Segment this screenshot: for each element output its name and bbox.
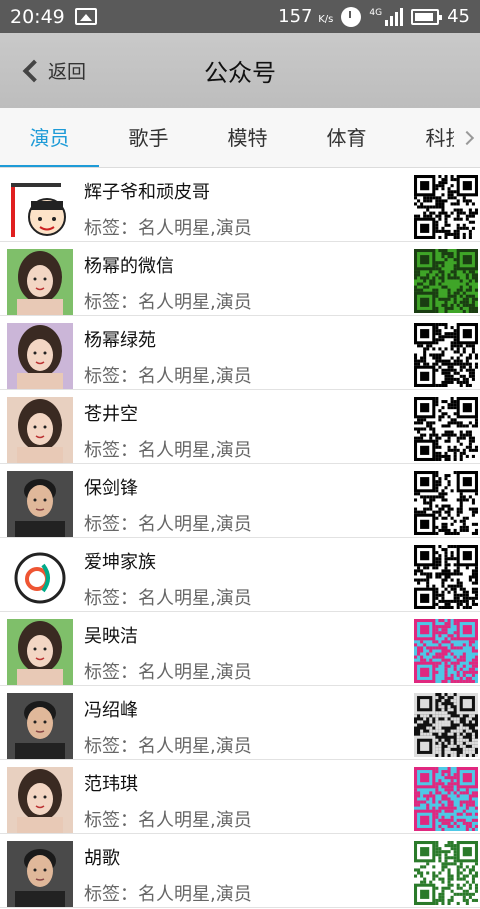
- account-row[interactable]: 杨幂绿苑标签：名人明星,演员: [0, 316, 480, 390]
- category-tabs: 演员 歌手 模特 体育 科技: [0, 108, 480, 168]
- account-row[interactable]: 胡歌标签：名人明星,演员: [0, 834, 480, 908]
- tab-2[interactable]: 模特: [198, 108, 297, 167]
- account-name: 杨幂绿苑: [84, 330, 156, 351]
- tab-0[interactable]: 演员: [0, 108, 99, 167]
- account-tag: 标签：名人明星,演员: [84, 218, 252, 239]
- network-speed: 157 K/s: [278, 6, 333, 27]
- account-row[interactable]: 冯绍峰标签：名人明星,演员: [0, 686, 480, 760]
- account-name: 杨幂的微信: [84, 256, 174, 277]
- battery-level: 45: [447, 6, 470, 27]
- account-row[interactable]: 杨幂的微信标签：名人明星,演员: [0, 242, 480, 316]
- account-name: 爱坤家族: [84, 552, 156, 573]
- account-tag: 标签：名人明星,演员: [84, 810, 252, 831]
- network-speed-unit: K/s: [318, 14, 334, 25]
- qr-code-icon[interactable]: [414, 471, 478, 535]
- tab-3[interactable]: 体育: [297, 108, 396, 167]
- status-time: 20:49: [10, 5, 65, 28]
- avatar: [7, 323, 73, 389]
- account-name: 胡歌: [84, 848, 120, 869]
- qr-code-icon[interactable]: [414, 619, 478, 683]
- qr-code-icon[interactable]: [414, 397, 478, 461]
- qr-code-icon[interactable]: [414, 249, 478, 313]
- avatar: [7, 841, 73, 907]
- avatar: [7, 545, 73, 611]
- back-button[interactable]: 返回: [0, 57, 86, 84]
- account-tag: 标签：名人明星,演员: [84, 884, 252, 905]
- tab-1[interactable]: 歌手: [99, 108, 198, 167]
- signal-icon: 4G: [369, 7, 404, 26]
- account-tag: 标签：名人明星,演员: [84, 662, 252, 683]
- account-name: 苍井空: [84, 404, 138, 425]
- account-row[interactable]: 保剑锋标签：名人明星,演员: [0, 464, 480, 538]
- chevron-left-icon: [22, 59, 46, 82]
- qr-code-icon[interactable]: [414, 841, 478, 905]
- qr-code-icon[interactable]: [414, 323, 478, 387]
- qr-code-icon[interactable]: [414, 693, 478, 757]
- account-row[interactable]: 爱坤家族标签：名人明星,演员: [0, 538, 480, 612]
- account-row[interactable]: 苍井空标签：名人明星,演员: [0, 390, 480, 464]
- account-row[interactable]: 吴映洁标签：名人明星,演员: [0, 612, 480, 686]
- tab-scroll-right[interactable]: [454, 108, 480, 167]
- account-tag: 标签：名人明星,演员: [84, 292, 252, 313]
- battery-icon: [411, 8, 443, 25]
- back-label: 返回: [48, 61, 87, 83]
- network-speed-value: 157: [278, 6, 313, 27]
- chevron-right-icon: [459, 130, 475, 146]
- header: 返回 公众号: [0, 33, 480, 108]
- avatar: [7, 249, 73, 315]
- status-bar: 20:49 157 K/s 4G 45: [0, 0, 480, 33]
- avatar: [7, 767, 73, 833]
- account-row[interactable]: 范玮琪标签：名人明星,演员: [0, 760, 480, 834]
- avatar: [7, 471, 73, 537]
- account-name: 冯绍峰: [84, 700, 138, 721]
- account-name: 辉子爷和顽皮哥: [84, 182, 210, 203]
- avatar: [7, 397, 73, 463]
- account-tag: 标签：名人明星,演员: [84, 366, 252, 387]
- avatar: [7, 175, 73, 241]
- account-name: 范玮琪: [84, 774, 138, 795]
- account-tag: 标签：名人明星,演员: [84, 514, 252, 535]
- account-tag: 标签：名人明星,演员: [84, 440, 252, 461]
- account-list: 辉子爷和顽皮哥 标签：名人明星,演员 杨幂的微信 标签：名人明星,演员 杨幂绿苑 标签：名…: [0, 168, 480, 908]
- qr-code-icon[interactable]: [414, 767, 478, 831]
- status-indicators: 157 K/s 4G 45: [278, 6, 470, 27]
- alarm-icon: [341, 6, 362, 27]
- account-tag: 标签：名人明星,演员: [84, 736, 252, 757]
- qr-code-icon[interactable]: [414, 545, 478, 609]
- account-name: 保剑锋: [84, 478, 138, 499]
- account-tag: 标签：名人明星,演员: [84, 588, 252, 609]
- avatar: [7, 619, 73, 685]
- network-type: 4G: [369, 7, 383, 18]
- qr-code-icon[interactable]: [414, 175, 478, 239]
- gallery-icon: [74, 8, 97, 25]
- avatar: [7, 693, 73, 759]
- account-name: 吴映洁: [84, 626, 138, 647]
- account-row[interactable]: 辉子爷和顽皮哥标签：名人明星,演员: [0, 168, 480, 242]
